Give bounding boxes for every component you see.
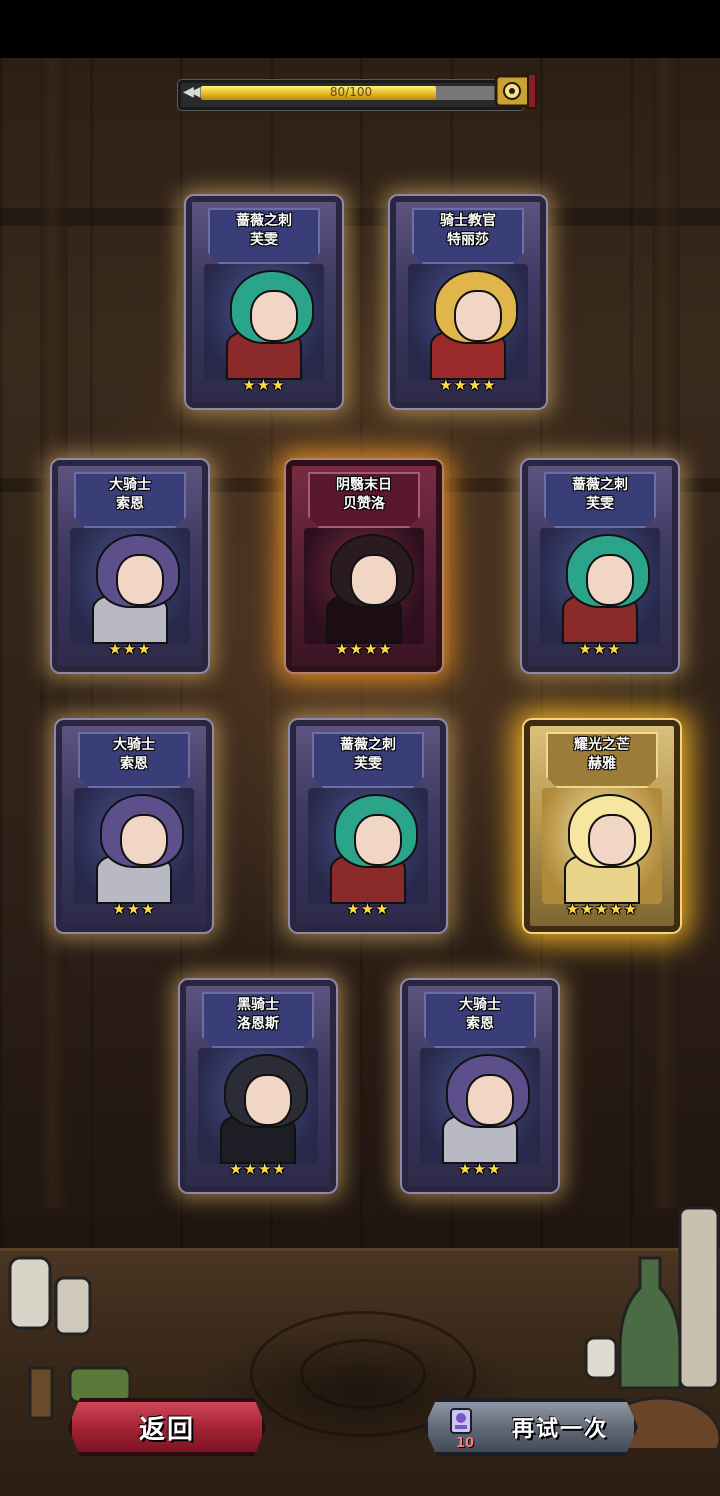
hero-card[interactable]: 耀光之芒 赫雅 ★★★★★ bbox=[524, 720, 680, 932]
hero-name: 黑骑士 洛恩斯 bbox=[237, 997, 279, 1032]
star-rating: ★★★ bbox=[242, 376, 286, 394]
hero-name: 蔷薇之刺 芙雯 bbox=[236, 213, 292, 248]
hero-name: 大骑士 索恩 bbox=[113, 737, 155, 772]
hero-name: 蔷薇之刺 芙雯 bbox=[572, 477, 628, 512]
hero-card[interactable]: 蔷薇之刺 芙雯 ★★★ bbox=[290, 720, 446, 932]
retry-cost-count: 10 bbox=[456, 1436, 475, 1451]
hero-portrait bbox=[198, 1048, 318, 1164]
hero-card[interactable]: 黑骑士 洛恩斯 ★★★★ bbox=[180, 980, 336, 1192]
back-button[interactable]: 返回 bbox=[68, 1398, 266, 1456]
hero-name: 蔷薇之刺 芙雯 bbox=[340, 737, 396, 772]
hero-portrait bbox=[308, 788, 428, 904]
hero-name: 大骑士 索恩 bbox=[459, 997, 501, 1032]
hero-name: 耀光之芒 赫雅 bbox=[574, 737, 630, 772]
star-rating: ★★★★ bbox=[229, 1160, 287, 1178]
reward-chest-icon[interactable] bbox=[494, 70, 538, 110]
wooden-beam bbox=[0, 208, 720, 226]
hero-card[interactable]: 大骑士 索恩 ★★★ bbox=[56, 720, 212, 932]
hero-portrait bbox=[74, 788, 194, 904]
hero-portrait bbox=[304, 528, 424, 644]
star-rating: ★★★★★ bbox=[565, 900, 639, 918]
hero-card[interactable]: 大骑士 索恩 ★★★ bbox=[52, 460, 208, 672]
hero-portrait bbox=[408, 264, 528, 380]
hero-card[interactable]: 大骑士 索恩 ★★★ bbox=[402, 980, 558, 1192]
star-rating: ★★★ bbox=[108, 640, 152, 658]
hero-card[interactable]: 阴翳末日 贝赞洛 ★★★★ bbox=[286, 460, 442, 672]
hero-portrait bbox=[542, 788, 662, 904]
hero-name: 大骑士 索恩 bbox=[109, 477, 151, 512]
star-rating: ★★★★ bbox=[439, 376, 497, 394]
hero-portrait bbox=[70, 528, 190, 644]
retry-label: 再试一次 bbox=[511, 1417, 608, 1442]
star-rating: ★★★ bbox=[458, 1160, 502, 1178]
hero-portrait bbox=[204, 264, 324, 380]
star-rating: ★★★ bbox=[578, 640, 622, 658]
star-rating: ★★★ bbox=[112, 900, 156, 918]
hero-name: 骑士教官 特丽莎 bbox=[440, 213, 496, 248]
star-rating: ★★★★ bbox=[335, 640, 393, 658]
hero-name: 阴翳末日 贝赞洛 bbox=[336, 477, 392, 512]
table-rune-circle bbox=[300, 1339, 426, 1409]
hero-portrait bbox=[540, 528, 660, 644]
candles-decoration bbox=[8, 1256, 130, 1420]
progress-label: 80/100 bbox=[329, 85, 373, 99]
hero-card[interactable]: 蔷薇之刺 芙雯 ★★★ bbox=[186, 196, 342, 408]
hero-portrait bbox=[420, 1048, 540, 1164]
summon-progress-bar: ◀◀ 80/100 bbox=[178, 80, 524, 110]
hero-card[interactable]: 骑士教官 特丽莎 ★★★★ bbox=[390, 196, 546, 408]
hero-card[interactable]: 蔷薇之刺 芙雯 ★★★ bbox=[522, 460, 678, 672]
summon-ticket-icon bbox=[450, 1408, 472, 1434]
star-rating: ★★★ bbox=[346, 900, 390, 918]
